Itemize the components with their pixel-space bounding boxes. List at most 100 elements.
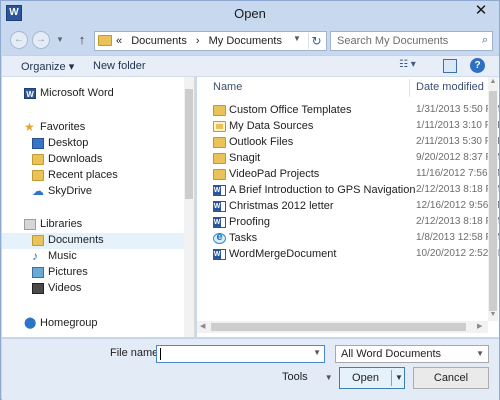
file-row[interactable]: Custom Office Templates 1/31/2013 5:50 P…	[197, 103, 499, 119]
up-button[interactable]: ↑	[74, 31, 90, 49]
split-divider	[391, 370, 392, 386]
new-folder-button[interactable]: New folder	[93, 60, 146, 72]
nav-item-desktop[interactable]: Desktop	[2, 136, 184, 152]
nav-item-label: Pictures	[48, 266, 88, 278]
file-row[interactable]: Proofing 2/12/2013 8:18 PM	[197, 215, 499, 231]
file-type-select[interactable]: All Word Documents ▼	[335, 345, 489, 363]
nav-item-microsoft-word[interactable]: W Microsoft Word	[2, 86, 184, 102]
nav-pane-scroll-thumb[interactable]	[185, 89, 193, 199]
tools-button[interactable]: Tools ▼	[282, 371, 333, 383]
search-icon: ⌕	[481, 34, 488, 46]
scroll-up-icon[interactable]: ▲	[489, 78, 497, 85]
open-button[interactable]: Open ▼	[339, 367, 405, 389]
file-row[interactable]: Christmas 2012 letter 12/16/2012 9:56 AM	[197, 199, 499, 215]
folder-icon	[213, 153, 226, 164]
word-doc-icon	[213, 249, 226, 260]
file-list-horizontal-scrollbar[interactable]: ◀ ▶	[197, 321, 488, 333]
nav-item-documents[interactable]: Documents	[2, 233, 184, 249]
breadcrumb-prefix[interactable]: «	[116, 35, 122, 47]
dialog-footer: File name: ▼ All Word Documents ▼ Tools …	[2, 338, 499, 400]
forward-button[interactable]: →	[32, 31, 50, 49]
back-button[interactable]: ←	[10, 31, 28, 49]
close-button[interactable]: ✕	[469, 1, 493, 21]
file-name: Proofing	[229, 216, 270, 228]
recent-places-icon	[32, 170, 44, 181]
word-doc-icon	[213, 217, 226, 228]
file-date: 2/11/2013 5:30 PM	[416, 136, 499, 147]
file-name: Christmas 2012 letter	[229, 200, 334, 212]
search-box[interactable]: Search My Documents ⌕	[330, 31, 493, 51]
nav-item-label: Favorites	[40, 121, 86, 133]
breadcrumb-my-documents[interactable]: My Documents	[209, 35, 282, 47]
nav-item-recent-places[interactable]: Recent places	[2, 168, 184, 184]
navigation-bar: ← → ▼ ↑ « Documents › My Documents ▼ ↻ S…	[6, 28, 494, 54]
nav-item-homegroup[interactable]: ⬤ Homegroup	[2, 316, 184, 332]
file-name-label: File name:	[110, 347, 162, 359]
file-row[interactable]: WordMergeDocument 10/20/2012 2:52 PM	[197, 247, 499, 263]
nav-item-music[interactable]: ♪ Music	[2, 249, 184, 265]
file-date: 1/11/2013 3:10 PM	[416, 120, 499, 131]
file-list: Name Date modified Custom Office Templat…	[197, 77, 499, 337]
scroll-right-icon[interactable]: ▶	[477, 322, 482, 330]
file-name: VideoPad Projects	[229, 168, 320, 180]
recent-locations-dropdown[interactable]: ▼	[54, 32, 66, 48]
column-header-date-modified[interactable]: Date modified	[416, 81, 484, 93]
file-row[interactable]: A Brief Introduction to GPS Navigation 2…	[197, 183, 499, 199]
horizontal-scroll-thumb[interactable]	[211, 323, 466, 331]
nav-item-favorites[interactable]: ★ Favorites	[2, 120, 184, 136]
help-button[interactable]: ?	[470, 58, 485, 73]
organize-button[interactable]: Organize ▾	[21, 60, 74, 73]
file-date: 2/12/2013 8:18 PM	[416, 216, 499, 227]
nav-item-downloads[interactable]: Downloads	[2, 152, 184, 168]
nav-item-skydrive[interactable]: ☁ SkyDrive	[2, 184, 184, 200]
desktop-icon	[32, 138, 44, 149]
chevron-down-icon[interactable]: ▼	[313, 348, 321, 357]
nav-item-pictures[interactable]: Pictures	[2, 265, 184, 281]
column-header-name[interactable]: Name	[213, 81, 242, 93]
scroll-down-icon[interactable]: ▼	[489, 311, 497, 318]
nav-item-label: SkyDrive	[48, 185, 93, 197]
file-row[interactable]: Outlook Files 2/11/2013 5:30 PM	[197, 135, 499, 151]
search-input[interactable]: Search My Documents	[337, 35, 448, 47]
file-name: My Data Sources	[229, 120, 314, 132]
word-doc-icon	[213, 185, 226, 196]
nav-pane-scrollbar[interactable]	[184, 77, 194, 337]
file-row[interactable]: Tasks 1/8/2013 12:58 PM	[197, 231, 499, 247]
preview-pane-button[interactable]	[443, 59, 457, 73]
nav-item-libraries[interactable]: Libraries	[2, 217, 184, 233]
file-date: 12/16/2012 9:56 AM	[416, 200, 499, 211]
data-folder-icon	[213, 121, 226, 132]
open-options-dropdown[interactable]: ▼	[395, 368, 403, 388]
refresh-button[interactable]: ↻	[308, 33, 324, 49]
documents-folder-icon	[32, 235, 44, 246]
command-toolbar: Organize ▾ New folder ☷ ▾ ?	[2, 55, 499, 77]
cancel-button[interactable]: Cancel	[413, 367, 489, 389]
nav-item-label: Microsoft Word	[40, 87, 114, 99]
file-row[interactable]: VideoPad Projects 11/16/2012 7:56 PM	[197, 167, 499, 183]
vertical-scroll-thumb[interactable]	[489, 91, 497, 311]
file-list-vertical-scrollbar[interactable]: ▲ ▼	[488, 77, 498, 321]
chevron-down-icon: ▾	[68, 61, 75, 73]
breadcrumb-documents[interactable]: Documents	[131, 35, 187, 47]
nav-item-videos[interactable]: Videos	[2, 281, 184, 297]
scroll-left-icon[interactable]: ◀	[200, 322, 205, 330]
nav-item-label: Desktop	[48, 137, 89, 149]
videos-icon	[32, 283, 44, 294]
title-bar: W Open ✕	[1, 1, 499, 27]
address-dropdown-icon[interactable]: ▼	[293, 34, 301, 43]
address-bar[interactable]: « Documents › My Documents ▼ ↻	[94, 31, 327, 51]
file-type-value: All Word Documents	[341, 348, 442, 360]
file-name-field[interactable]: ▼	[156, 345, 325, 363]
chevron-down-icon: ▼	[324, 373, 333, 382]
folder-icon	[213, 137, 226, 148]
file-row[interactable]: Snagit 9/20/2012 8:37 PM	[197, 151, 499, 167]
views-button[interactable]: ☷ ▾	[399, 59, 429, 75]
file-row[interactable]: My Data Sources 1/11/2013 3:10 PM	[197, 119, 499, 135]
nav-item-label: Homegroup	[40, 317, 98, 329]
folder-icon	[213, 169, 226, 180]
file-date: 11/16/2012 7:56 PM	[416, 168, 499, 179]
nav-item-label: Documents	[48, 234, 104, 246]
file-name: WordMergeDocument	[229, 248, 337, 260]
star-icon: ★	[24, 120, 35, 134]
column-divider[interactable]	[409, 79, 410, 97]
